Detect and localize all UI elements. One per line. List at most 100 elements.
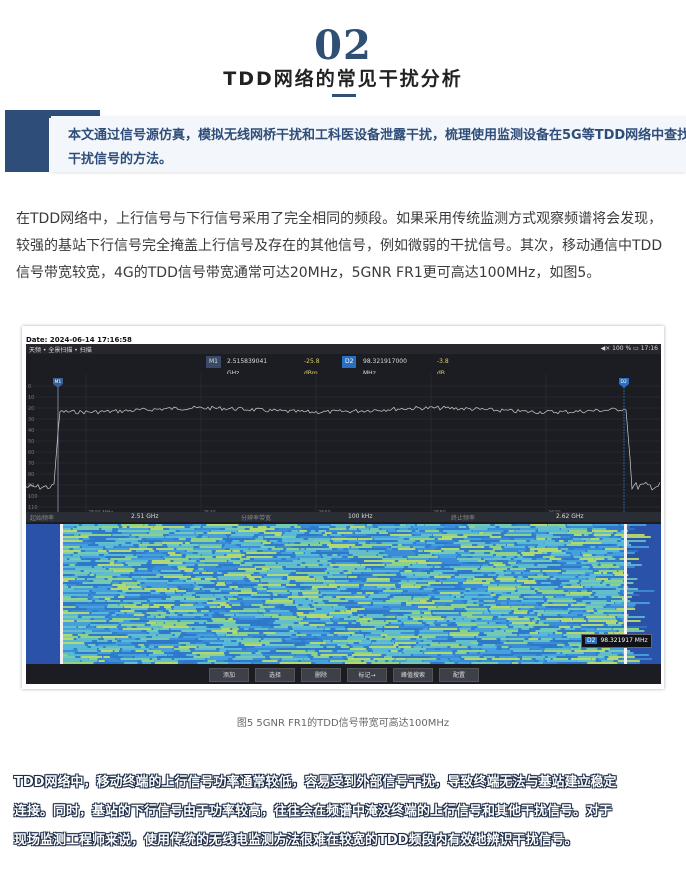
waterfall-cell bbox=[62, 594, 88, 596]
waterfall-cell bbox=[554, 582, 562, 584]
waterfall-cell bbox=[597, 654, 618, 656]
waterfall-cell bbox=[208, 626, 219, 628]
waterfall-cell bbox=[403, 568, 413, 570]
waterfall-cell bbox=[432, 612, 459, 614]
waterfall-cell bbox=[131, 542, 141, 544]
waterfall-cell bbox=[216, 580, 246, 582]
start-freq-value[interactable]: 2.51 GHz bbox=[131, 513, 159, 520]
waterfall-cell bbox=[277, 546, 292, 548]
waterfall-cell bbox=[550, 578, 556, 580]
waterfall-cell bbox=[383, 590, 403, 592]
waterfall-cell bbox=[191, 542, 218, 544]
waterfall-cell bbox=[537, 544, 565, 546]
waterfall-cell bbox=[384, 626, 399, 628]
waterfall-cell bbox=[434, 576, 451, 578]
waterfall-cell bbox=[361, 588, 384, 590]
waterfall-cell bbox=[500, 640, 507, 642]
waterfall-cell bbox=[539, 588, 555, 590]
waterfall-cell bbox=[556, 656, 572, 658]
waterfall-cell bbox=[536, 538, 546, 540]
waterfall-cell bbox=[390, 532, 408, 534]
waterfall-cell bbox=[369, 638, 392, 640]
peak-search-button[interactable]: 峰值搜索 bbox=[393, 668, 433, 682]
waterfall-cell bbox=[360, 624, 386, 626]
waterfall-cell bbox=[217, 572, 222, 574]
waterfall-cell bbox=[390, 572, 397, 574]
waterfall-cell bbox=[307, 566, 326, 568]
waterfall-cell bbox=[73, 548, 103, 550]
add-button[interactable]: 添加 bbox=[209, 668, 249, 682]
waterfall-cell bbox=[232, 628, 239, 630]
waterfall-cell bbox=[476, 598, 496, 600]
waterfall-cell bbox=[449, 566, 480, 568]
marker-to-button[interactable]: 标记→ bbox=[347, 668, 387, 682]
waterfall-cell bbox=[615, 602, 622, 604]
config-button[interactable]: 配置 bbox=[439, 668, 479, 682]
waterfall-cell bbox=[423, 628, 428, 630]
waterfall-cell bbox=[591, 658, 596, 660]
select-button[interactable]: 选择 bbox=[255, 668, 295, 682]
waterfall-cell bbox=[131, 576, 141, 578]
waterfall-cell bbox=[269, 540, 278, 542]
waterfall-cell bbox=[238, 632, 260, 634]
waterfall-cell bbox=[439, 592, 461, 594]
y-tick-label: 20 bbox=[28, 406, 34, 412]
waterfall-cell bbox=[584, 586, 592, 588]
waterfall-cell bbox=[359, 548, 385, 550]
waterfall-cell bbox=[610, 648, 627, 650]
analyzer-breadcrumb[interactable]: 天频 • 全景扫描 • 扫描 bbox=[29, 345, 92, 354]
delete-button[interactable]: 删除 bbox=[301, 668, 341, 682]
waterfall-cell bbox=[224, 544, 236, 546]
waterfall-cell bbox=[198, 638, 218, 640]
waterfall-cell bbox=[359, 642, 371, 644]
waterfall-cell bbox=[170, 612, 175, 614]
waterfall-cell bbox=[62, 642, 85, 644]
waterfall-cell bbox=[217, 576, 246, 578]
waterfall-cell bbox=[423, 578, 442, 580]
stop-freq-value[interactable]: 2.62 GHz bbox=[556, 513, 584, 520]
rbw-value[interactable]: 100 kHz bbox=[348, 513, 373, 520]
waterfall-cell bbox=[377, 660, 386, 662]
waterfall-cell bbox=[500, 628, 519, 630]
waterfall-cell bbox=[614, 568, 624, 570]
waterfall-cell bbox=[464, 594, 479, 596]
summary-panel: 本文通过信号源仿真，模拟无线网桥干扰和工科医设备泄露干扰，梳理使用监测设备在5G… bbox=[51, 116, 686, 172]
waterfall-cell bbox=[276, 650, 306, 652]
waterfall-cell bbox=[513, 626, 534, 628]
m1-tag[interactable]: M1 bbox=[206, 356, 221, 368]
waterfall-cell bbox=[263, 614, 279, 616]
waterfall-cell bbox=[524, 604, 538, 606]
waterfall-cell bbox=[433, 584, 458, 586]
waterfall-cell bbox=[169, 554, 182, 556]
waterfall-cell bbox=[273, 594, 278, 596]
d2-tag[interactable]: D2 bbox=[342, 356, 357, 368]
waterfall-cell bbox=[232, 550, 240, 552]
waterfall-cell bbox=[211, 630, 238, 632]
waterfall-cell bbox=[403, 544, 427, 546]
waterfall-cell bbox=[419, 632, 449, 634]
waterfall-cell bbox=[327, 630, 345, 632]
waterfall-cell bbox=[453, 568, 478, 570]
waterfall-cell bbox=[536, 558, 546, 560]
waterfall-cell bbox=[403, 652, 424, 654]
waterfall-cell bbox=[253, 558, 282, 560]
waterfall-cell bbox=[251, 594, 271, 596]
waterfall-cell bbox=[593, 532, 614, 534]
waterfall-cell bbox=[118, 538, 142, 540]
waterfall-cell bbox=[614, 556, 621, 558]
waterfall-cell bbox=[402, 592, 435, 594]
waterfall-cell bbox=[538, 562, 562, 564]
spectrum-plot[interactable]: 01020304050607080901001101202500 MHz2540… bbox=[26, 370, 661, 520]
title-underline bbox=[332, 94, 356, 97]
waterfall-cell bbox=[587, 560, 597, 562]
waterfall-cell bbox=[76, 638, 99, 640]
waterfall-cell bbox=[263, 632, 276, 634]
waterfall-cell bbox=[62, 560, 91, 562]
waterfall-cell bbox=[528, 624, 550, 626]
waterfall-cell bbox=[62, 624, 89, 626]
waterfall-cell bbox=[147, 642, 174, 644]
waterfall-cell bbox=[453, 542, 486, 544]
waterfall-cell bbox=[443, 550, 465, 552]
waterfall-cell bbox=[95, 576, 113, 578]
waterfall-cell bbox=[447, 532, 479, 534]
